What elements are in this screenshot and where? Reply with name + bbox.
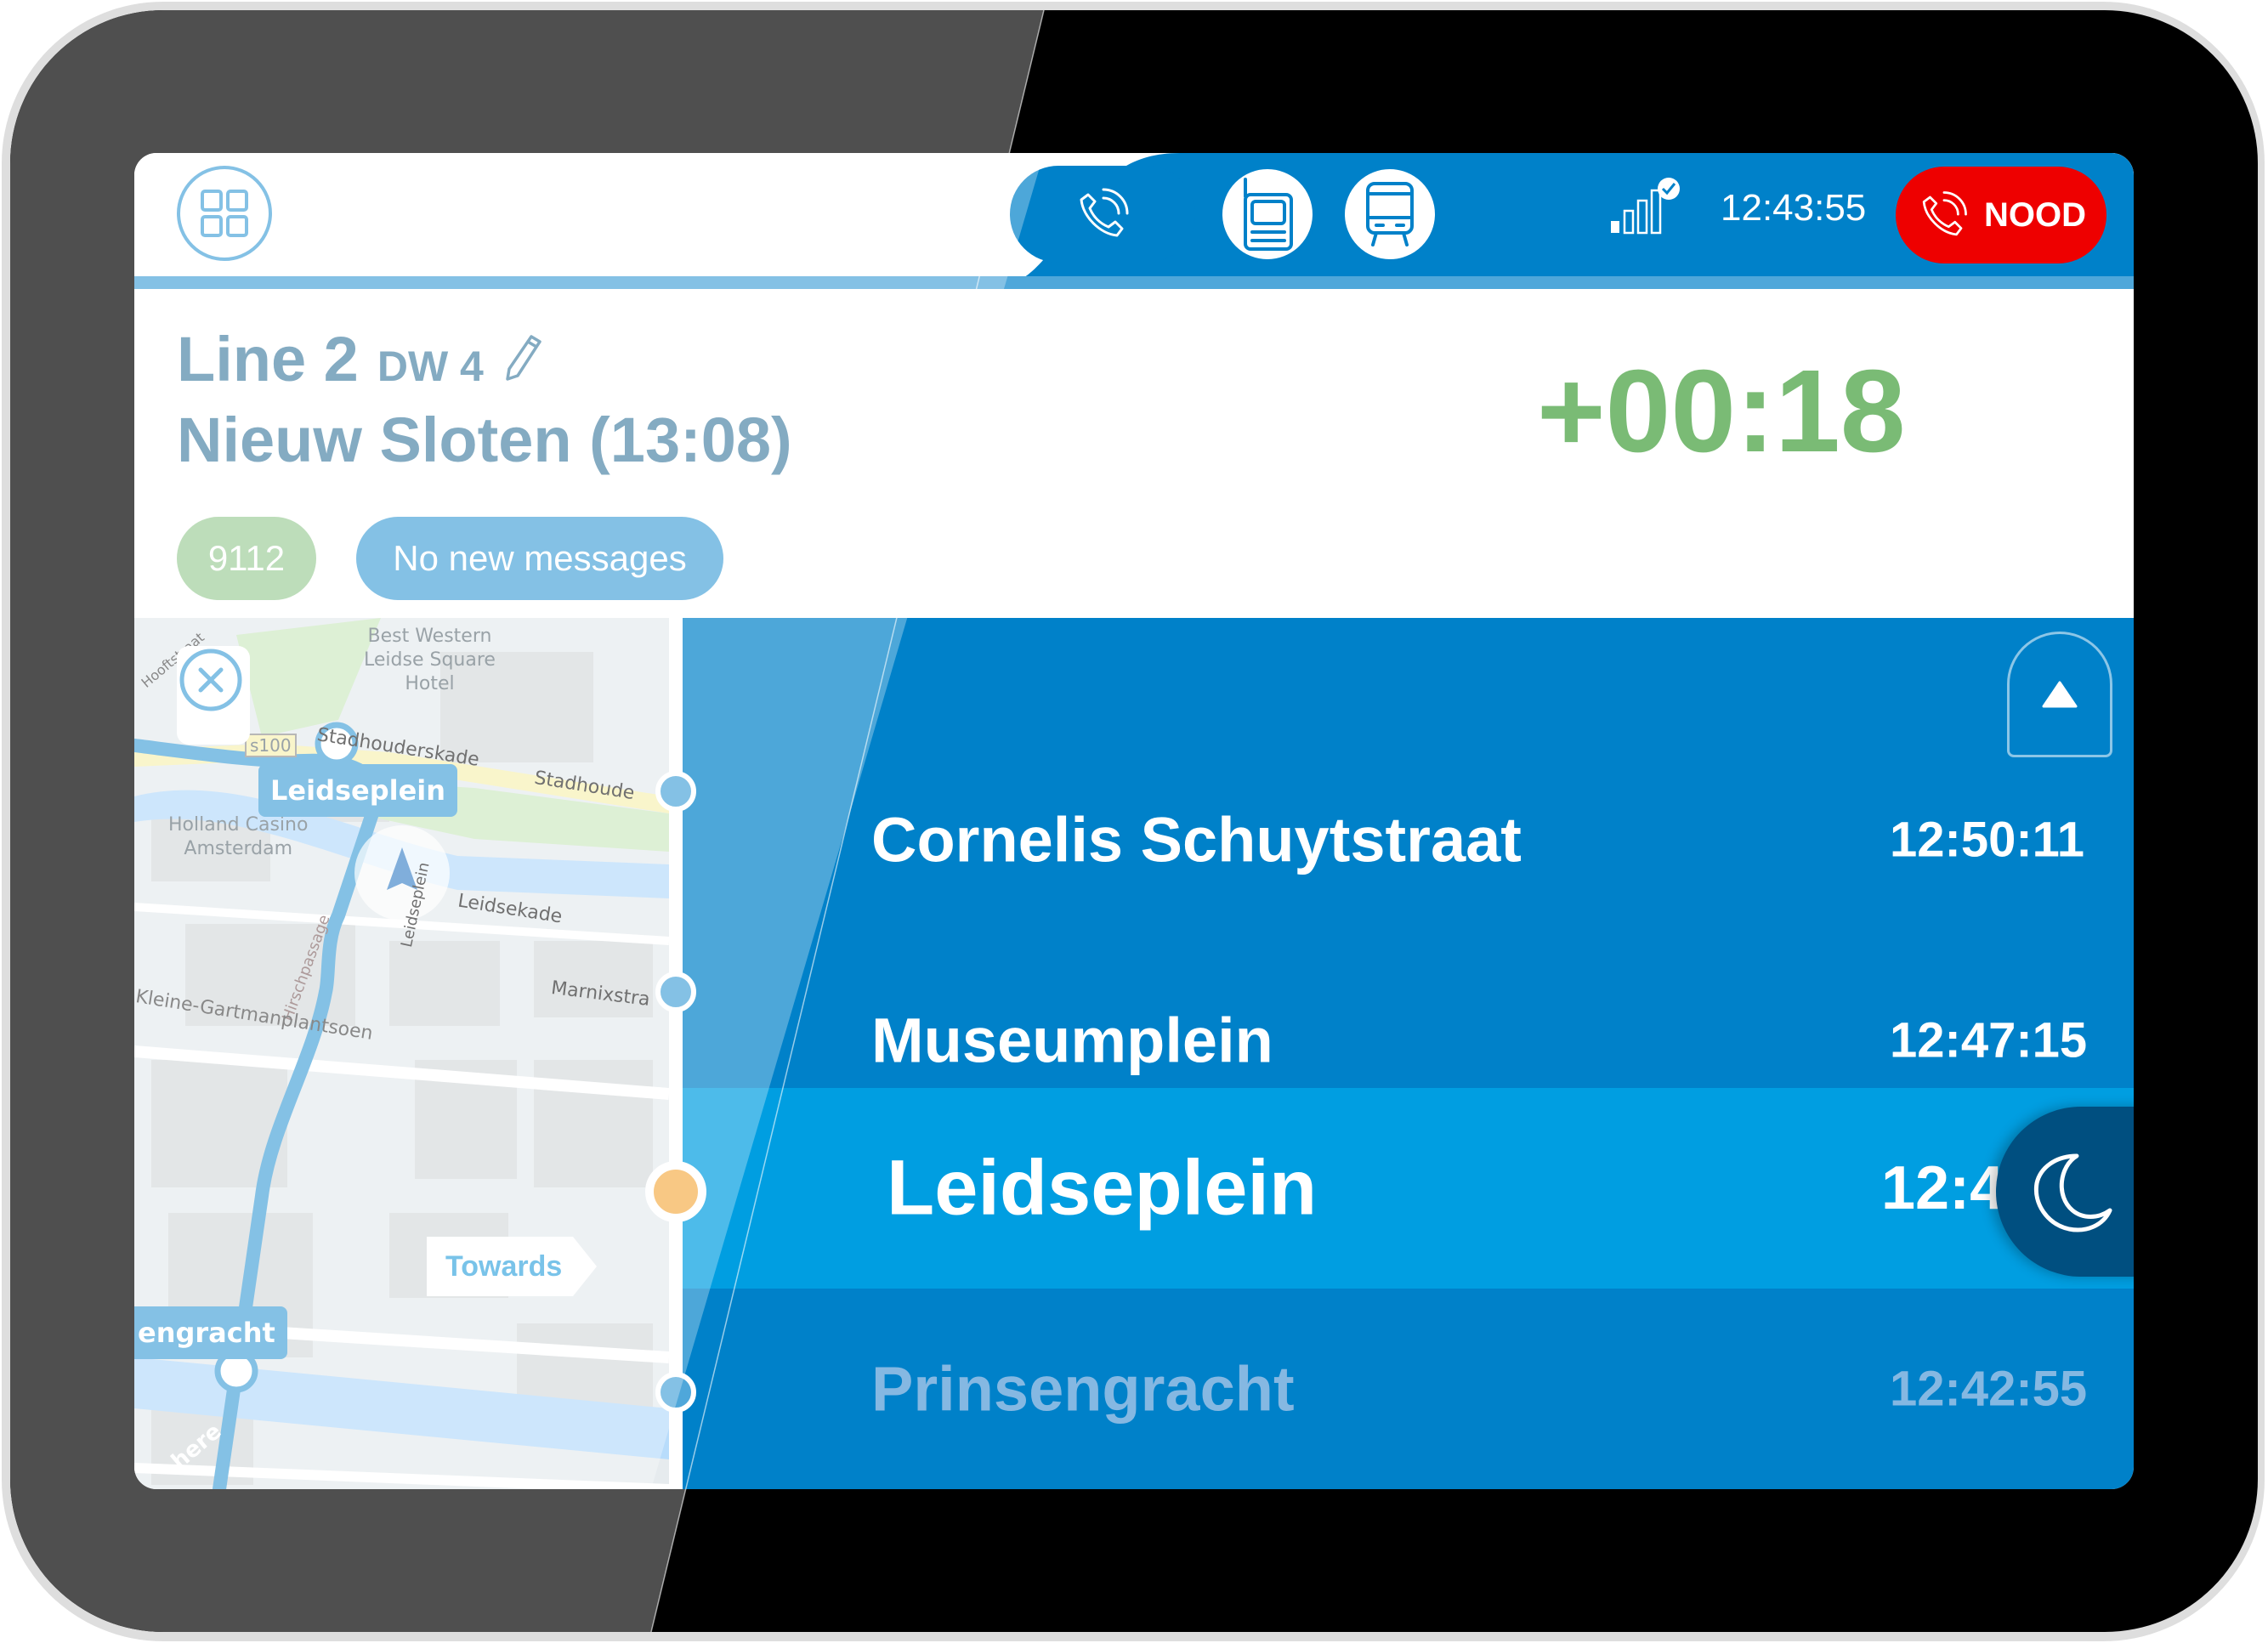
tram-icon	[1366, 182, 1414, 246]
stop-row-current[interactable]: Leidseplein 12:44:30	[683, 1088, 2134, 1289]
vehicle-id-badge: 9112	[177, 517, 316, 600]
stop-dot	[655, 771, 696, 812]
tram-button[interactable]	[1341, 166, 1438, 263]
map-stop-tag-next: Leidseplein	[258, 764, 458, 817]
grid-icon	[201, 190, 248, 237]
map[interactable]: Best Western Leidse Square Hotel Holland…	[134, 618, 669, 1489]
stop-time: 12:47:15	[1890, 1012, 2088, 1068]
map-label-road: s100	[245, 734, 297, 757]
apps-button[interactable]	[177, 166, 272, 261]
route-line	[669, 618, 683, 1489]
scroll-up-button[interactable]	[2007, 632, 2112, 757]
stop-name: Museumplein	[871, 1005, 1273, 1076]
moon-icon	[2033, 1153, 2112, 1232]
stop-list[interactable]: Cornelis Schuytstraat 12:50:11 Museumple…	[683, 618, 2134, 1489]
towards-label: Towards	[427, 1237, 597, 1296]
line-label: Line 2	[177, 324, 359, 394]
triangle-up-icon	[2042, 681, 2078, 708]
close-circle-icon	[179, 649, 242, 711]
destination: Nieuw Sloten (13:08)	[177, 405, 792, 475]
stop-name: Prinsengracht	[871, 1353, 1295, 1425]
phone-ringing-icon	[1922, 191, 1967, 236]
stop-dot	[655, 972, 696, 1012]
top-bar: 12:43:55 NOOD	[134, 153, 2134, 289]
pencil-icon	[506, 335, 541, 381]
edit-button[interactable]	[502, 323, 543, 395]
call-button[interactable]	[1010, 166, 1195, 263]
emergency-label: NOOD	[1984, 195, 2086, 234]
header-underline	[134, 276, 2134, 289]
radio-icon	[1244, 178, 1293, 251]
stop-row[interactable]: Prinsengracht 12:42:55	[683, 1289, 2134, 1489]
phone-ringing-icon	[1080, 188, 1129, 237]
stop-name: Cornelis Schuytstraat	[871, 804, 1522, 875]
stop-time: 12:42:55	[1890, 1361, 2088, 1417]
stop-time: 12:50:11	[1890, 812, 2084, 868]
map-label-casino: Holland Casino Amsterdam	[168, 814, 309, 859]
screen: 12:43:55 NOOD Line 2 DW 4 Nieuw Sloten (…	[134, 153, 2134, 1489]
map-close-button[interactable]	[177, 646, 250, 745]
messages-button[interactable]: No new messages	[356, 517, 723, 600]
map-label-hotel: Best Western Leidse Square Hotel	[364, 626, 496, 694]
stop-dot-current	[645, 1161, 706, 1222]
stop-name: Leidseplein	[887, 1144, 1318, 1232]
emergency-button[interactable]: NOOD	[1896, 167, 2106, 263]
line-title: Line 2 DW 4	[177, 323, 543, 395]
signal-strength-check-icon	[1611, 178, 1680, 235]
stop-dot	[655, 1372, 696, 1413]
radio-button[interactable]	[1219, 166, 1316, 263]
stop-row[interactable]: Cornelis Schuytstraat 12:50:11	[683, 739, 2134, 940]
map-stop-tag-prev: engracht	[134, 1306, 287, 1359]
clock: 12:43:55	[1721, 187, 1867, 229]
delay-indicator: +00:18	[1537, 346, 1906, 477]
duty-label: DW 4	[377, 343, 484, 390]
